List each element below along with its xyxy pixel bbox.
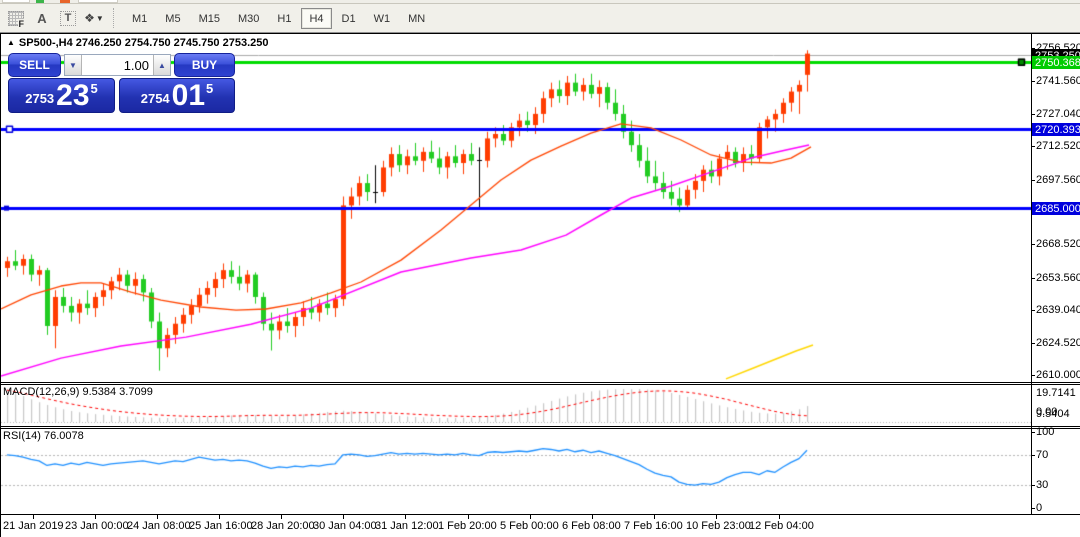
- time-tick-mark: [405, 515, 406, 519]
- indicators-grid-icon[interactable]: F: [4, 7, 28, 30]
- price-level-badge: 2685.000: [1032, 202, 1080, 215]
- grid-f-icon: F: [8, 11, 24, 26]
- time-tick-mark: [343, 515, 344, 519]
- volume-increase-button[interactable]: ▲: [153, 55, 170, 75]
- sell-price-big: 23: [56, 82, 89, 110]
- price-tick-label: 2727.040: [1036, 108, 1080, 120]
- rsi-axis-label: 100: [1036, 426, 1054, 438]
- toolbar: F A T ❖ ▼ M1M5M15M30H1H4D1W1MN: [0, 4, 1080, 33]
- macd-pane: MACD(12,26,9) 9.5384 3.7099 19.71410.009…: [1, 384, 1080, 427]
- time-tick-mark: [157, 515, 158, 519]
- price-tick-label: 2697.560: [1036, 174, 1080, 186]
- sell-price-small: 2753: [25, 91, 54, 106]
- chart-title-text: SP500-,H4 2746.250 2754.750 2745.750 275…: [19, 37, 269, 49]
- macd-axis-label: 19.7141: [1036, 387, 1076, 399]
- price-tick-label: 2741.560: [1036, 75, 1080, 87]
- time-tick-label: 30 Jan 04:00: [313, 520, 377, 532]
- time-tick-mark: [779, 515, 780, 519]
- time-tick-label: 23 Jan 00:00: [65, 520, 129, 532]
- timeframe-button-h1[interactable]: H1: [269, 8, 299, 29]
- time-tick-mark: [592, 515, 593, 519]
- macd-canvas[interactable]: [1, 385, 1031, 426]
- rsi-canvas[interactable]: [1, 429, 1031, 514]
- timeframe-button-m30[interactable]: M30: [230, 8, 267, 29]
- time-tick-mark: [530, 515, 531, 519]
- collapse-triangle-icon[interactable]: ▲: [7, 38, 15, 47]
- clipped-button: [78, 0, 118, 3]
- time-tick-mark: [281, 515, 282, 519]
- arrow-tool-button[interactable]: A: [30, 7, 54, 30]
- price-level-badge: 2720.393: [1032, 123, 1080, 136]
- buy-button[interactable]: BUY: [174, 53, 235, 77]
- timeframe-button-m5[interactable]: M5: [157, 8, 188, 29]
- sell-button[interactable]: SELL: [8, 53, 61, 77]
- time-tick-mark: [468, 515, 469, 519]
- one-click-trading-panel: SELL ▼ ▲ BUY 2753 23 5 2754 01 5: [8, 53, 235, 113]
- timeframe-button-w1[interactable]: W1: [366, 8, 399, 29]
- time-tick-label: 1 Feb 20:00: [438, 520, 497, 532]
- timeframe-button-m1[interactable]: M1: [124, 8, 155, 29]
- price-tick-label: 2610.000: [1036, 369, 1080, 381]
- text-label-button[interactable]: T: [56, 7, 80, 30]
- price-tick-label: 2653.560: [1036, 272, 1080, 284]
- time-tick-mark: [95, 515, 96, 519]
- time-tick-label: 25 Jan 16:00: [189, 520, 253, 532]
- buy-price-button[interactable]: 2754 01 5: [119, 78, 235, 113]
- time-tick-label: 12 Feb 04:00: [749, 520, 814, 532]
- sell-price-sup: 5: [91, 81, 98, 96]
- timeframe-button-h4[interactable]: H4: [301, 8, 331, 29]
- rsi-pane: RSI(14) 76.0078 100 70 30 0: [1, 428, 1080, 515]
- clipped-orange-button: [60, 0, 70, 3]
- cursor-mode-icon: ❖: [84, 11, 93, 25]
- time-tick-mark: [654, 515, 655, 519]
- time-axis[interactable]: 21 Jan 201923 Jan 00:0024 Jan 08:0025 Ja…: [1, 515, 1080, 537]
- rsi-axis-label: 70: [1036, 449, 1048, 461]
- time-tick-label: 5 Feb 00:00: [500, 520, 559, 532]
- price-tick-label: 2624.520: [1036, 337, 1080, 349]
- buy-price-big: 01: [172, 82, 205, 110]
- rsi-label: RSI(14) 76.0078: [3, 430, 84, 442]
- price-tick-label: 2668.520: [1036, 238, 1080, 250]
- volume-control: ▼ ▲: [64, 54, 171, 76]
- chart-title: ▲ SP500-,H4 2746.250 2754.750 2745.750 27…: [7, 37, 268, 49]
- chevron-down-icon: ▼: [96, 14, 104, 23]
- macd-axis-label: 9.5404: [1036, 408, 1070, 420]
- time-tick-label: 31 Jan 12:00: [375, 520, 439, 532]
- terminal-window: F A T ❖ ▼ M1M5M15M30H1H4D1W1MN ▲ SP500-,H…: [0, 0, 1080, 537]
- timeframe-button-d1[interactable]: D1: [334, 8, 364, 29]
- clipped-button: [2, 0, 30, 3]
- cursor-mode-button[interactable]: ❖ ▼: [82, 7, 106, 30]
- clipped-green-button: [36, 0, 44, 3]
- axis-divider: [1031, 34, 1032, 515]
- trade-controls-row: SELL ▼ ▲ BUY: [8, 53, 235, 77]
- letter-a-icon: A: [37, 11, 46, 26]
- buy-price-small: 2754: [141, 91, 170, 106]
- volume-decrease-button[interactable]: ▼: [65, 55, 82, 75]
- time-tick-mark: [219, 515, 220, 519]
- volume-input[interactable]: [82, 55, 153, 75]
- time-tick-label: 21 Jan 2019: [3, 520, 64, 532]
- time-tick-label: 6 Feb 08:00: [562, 520, 621, 532]
- macd-label: MACD(12,26,9) 9.5384 3.7099: [3, 386, 153, 398]
- buy-price-sup: 5: [206, 81, 213, 96]
- time-tick-label: 24 Jan 08:00: [127, 520, 191, 532]
- timeframe-group: M1M5M15M30H1H4D1W1MN: [123, 8, 434, 29]
- chart-window: ▲ SP500-,H4 2746.250 2754.750 2745.750 27…: [0, 33, 1080, 537]
- rsi-axis-label: 30: [1036, 479, 1048, 491]
- time-tick-label: 28 Jan 20:00: [251, 520, 315, 532]
- price-level-badge: 2750.368: [1032, 56, 1080, 69]
- time-tick-label: 7 Feb 16:00: [624, 520, 683, 532]
- price-tick-label: 2639.040: [1036, 304, 1080, 316]
- price-pane: ▲ SP500-,H4 2746.250 2754.750 2745.750 27…: [1, 34, 1080, 383]
- timeframe-button-m15[interactable]: M15: [191, 8, 228, 29]
- time-tick-label: 10 Feb 23:00: [686, 520, 751, 532]
- rsi-axis-label: 0: [1036, 502, 1042, 514]
- price-tick-label: 2712.520: [1036, 140, 1080, 152]
- text-label-icon: T: [60, 11, 76, 26]
- timeframe-button-mn[interactable]: MN: [400, 8, 433, 29]
- time-tick-mark: [33, 515, 34, 519]
- sell-price-button[interactable]: 2753 23 5: [8, 78, 115, 113]
- time-tick-mark: [716, 515, 717, 519]
- toolbar-separator: [113, 8, 119, 28]
